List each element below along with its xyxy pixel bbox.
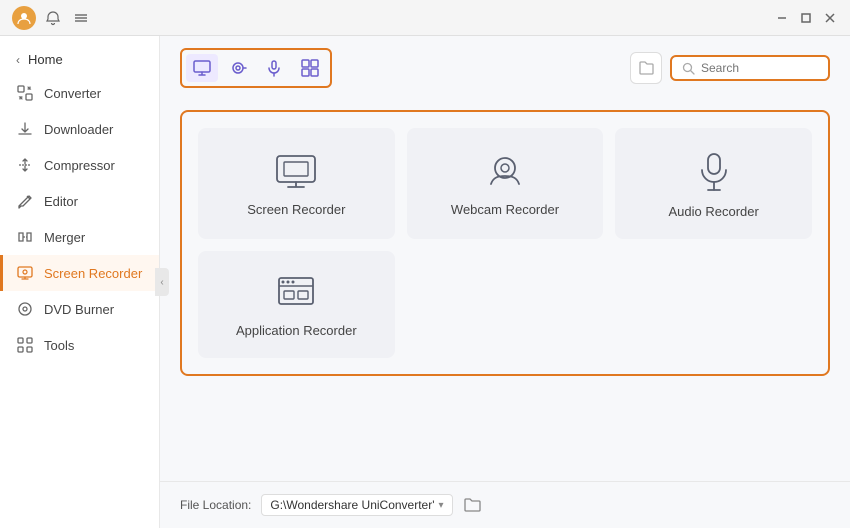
application-recorder-card-label: Application Recorder bbox=[236, 323, 357, 338]
audio-recorder-card-icon bbox=[696, 152, 732, 192]
tab-screen[interactable] bbox=[186, 54, 218, 82]
screen-recorder-card-icon bbox=[274, 154, 318, 190]
bottom-bar: File Location: G:\Wondershare UniConvert… bbox=[160, 481, 850, 528]
card-application-recorder[interactable]: Application Recorder bbox=[198, 251, 395, 358]
screen-recorder-icon bbox=[16, 264, 34, 282]
file-location-path: G:\Wondershare UniConverter' ▾ bbox=[261, 492, 484, 518]
path-dropdown-arrow-icon: ▾ bbox=[439, 500, 444, 511]
search-input[interactable] bbox=[701, 61, 818, 75]
main-content: Screen Recorder Webcam Recorder bbox=[160, 36, 850, 528]
notification-icon[interactable] bbox=[44, 9, 62, 27]
tab-app[interactable] bbox=[294, 54, 326, 82]
application-recorder-card-icon bbox=[276, 275, 316, 311]
downloader-label: Downloader bbox=[44, 122, 113, 137]
screen-recorder-label: Screen Recorder bbox=[44, 266, 142, 281]
open-folder-button[interactable] bbox=[459, 492, 485, 518]
toolbar-right bbox=[630, 52, 830, 84]
file-icon-button[interactable] bbox=[630, 52, 662, 84]
converter-icon bbox=[16, 84, 34, 102]
cards-grid-wrapper: Screen Recorder Webcam Recorder bbox=[180, 110, 830, 376]
card-audio-recorder[interactable]: Audio Recorder bbox=[615, 128, 812, 239]
sidebar-item-editor[interactable]: Editor bbox=[0, 183, 159, 219]
sidebar-item-compressor[interactable]: Compressor bbox=[0, 147, 159, 183]
merger-label: Merger bbox=[44, 230, 85, 245]
titlebar bbox=[0, 0, 850, 36]
editor-label: Editor bbox=[44, 194, 78, 209]
compressor-label: Compressor bbox=[44, 158, 115, 173]
app-body: ‹ Home Converter Dow bbox=[0, 36, 850, 528]
downloader-icon bbox=[16, 120, 34, 138]
back-arrow-icon: ‹ bbox=[16, 53, 20, 67]
window-controls bbox=[774, 10, 838, 26]
audio-recorder-card-label: Audio Recorder bbox=[669, 204, 759, 219]
merger-icon bbox=[16, 228, 34, 246]
path-text: G:\Wondershare UniConverter' bbox=[270, 498, 434, 512]
tools-label: Tools bbox=[44, 338, 74, 353]
search-box[interactable] bbox=[670, 55, 830, 81]
search-icon bbox=[682, 62, 695, 75]
webcam-recorder-card-icon bbox=[485, 154, 525, 190]
sidebar-item-downloader[interactable]: Downloader bbox=[0, 111, 159, 147]
menu-icon[interactable] bbox=[72, 9, 90, 27]
path-select[interactable]: G:\Wondershare UniConverter' ▾ bbox=[261, 494, 452, 516]
sidebar-collapse-handle[interactable]: ‹ bbox=[155, 268, 169, 296]
titlebar-left bbox=[12, 6, 90, 30]
sidebar-item-converter[interactable]: Converter bbox=[0, 75, 159, 111]
cards-container: Screen Recorder Webcam Recorder bbox=[160, 100, 850, 481]
file-location-label: File Location: bbox=[180, 498, 251, 512]
card-screen-recorder[interactable]: Screen Recorder bbox=[198, 128, 395, 239]
card-webcam-recorder[interactable]: Webcam Recorder bbox=[407, 128, 604, 239]
webcam-recorder-card-label: Webcam Recorder bbox=[451, 202, 559, 217]
sidebar-item-merger[interactable]: Merger bbox=[0, 219, 159, 255]
screen-recorder-card-label: Screen Recorder bbox=[247, 202, 345, 217]
converter-label: Converter bbox=[44, 86, 101, 101]
compressor-icon bbox=[16, 156, 34, 174]
home-label: Home bbox=[28, 52, 63, 67]
titlebar-icons bbox=[44, 9, 90, 27]
sidebar-item-dvd-burner[interactable]: DVD Burner bbox=[0, 291, 159, 327]
close-button[interactable] bbox=[822, 10, 838, 26]
minimize-button[interactable] bbox=[774, 10, 790, 26]
dvd-burner-icon bbox=[16, 300, 34, 318]
tools-icon bbox=[16, 336, 34, 354]
toolbar-tabs bbox=[180, 48, 332, 88]
user-avatar[interactable] bbox=[12, 6, 36, 30]
toolbar bbox=[160, 36, 850, 100]
editor-icon bbox=[16, 192, 34, 210]
sidebar: ‹ Home Converter Dow bbox=[0, 36, 160, 528]
sidebar-item-screen-recorder[interactable]: Screen Recorder bbox=[0, 255, 159, 291]
sidebar-home[interactable]: ‹ Home bbox=[0, 44, 159, 75]
tab-audio[interactable] bbox=[258, 54, 290, 82]
cards-grid: Screen Recorder Webcam Recorder bbox=[198, 128, 812, 358]
sidebar-item-tools[interactable]: Tools bbox=[0, 327, 159, 363]
maximize-button[interactable] bbox=[798, 10, 814, 26]
tab-webcam[interactable] bbox=[222, 54, 254, 82]
dvd-burner-label: DVD Burner bbox=[44, 302, 114, 317]
